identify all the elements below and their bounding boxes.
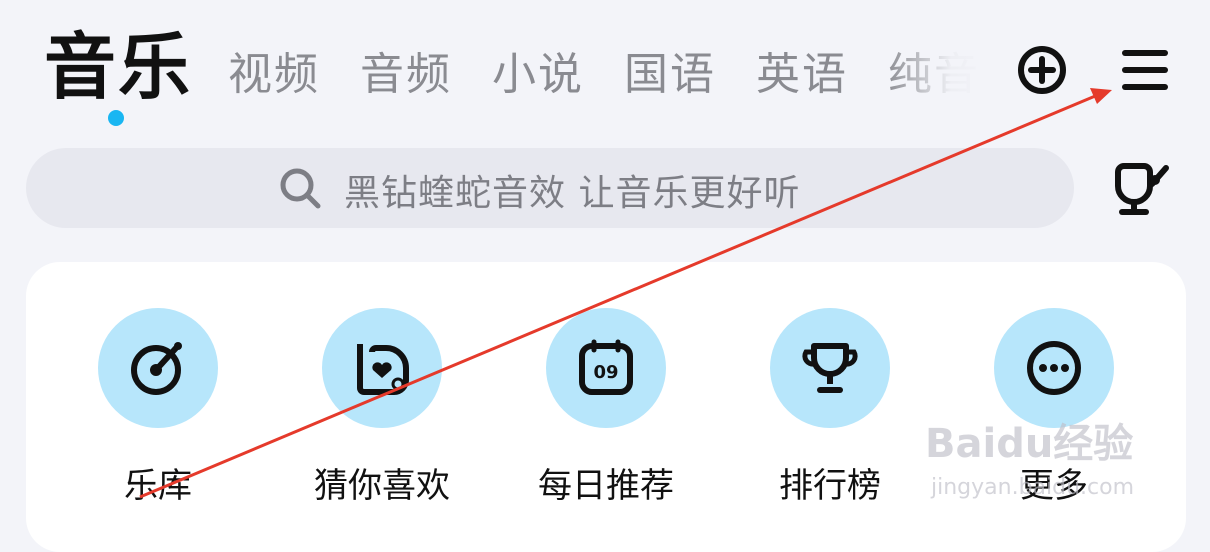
search-placeholder: 黑钻蝰蛇音效 让音乐更好听 [344,173,801,214]
heart-playlist-icon [357,344,409,395]
search-bar[interactable]: 黑钻蝰蛇音效 让音乐更好听 [26,148,1074,228]
watermark-url: jingyan.baidu.com [931,475,1135,500]
calendar-badge: 09 [593,362,618,383]
shortcut-icon-bg: 09 [546,308,666,428]
hamburger-menu-icon[interactable] [1120,48,1170,96]
shortcut-label: 排行榜 [779,466,881,506]
shortcut-label: 每日推荐 [538,466,674,506]
shortcut-label: 乐库 [124,466,192,506]
shortcut-charts[interactable]: 排行榜 [750,308,910,528]
tab-audio[interactable]: 音频 [360,38,452,102]
tab-mandarin[interactable]: 国语 [624,38,716,102]
shortcut-icon-bg [770,308,890,428]
plus-circle-icon[interactable] [1016,44,1068,100]
tab-novel[interactable]: 小说 [492,38,584,102]
trophy-icon [802,343,858,393]
shortcut-daily-recommend[interactable]: 09 每日推荐 [526,308,686,528]
shortcut-icon-bg [98,308,218,428]
tab-english[interactable]: 英语 [756,38,848,102]
tab-video[interactable]: 视频 [228,38,320,102]
active-tab-indicator [108,110,124,126]
tab-music[interactable]: 音乐 [44,8,192,113]
more-icon [1027,341,1081,395]
watermark-logo: Baidu经验 [925,421,1134,467]
tab-overflow-fade [885,30,995,100]
microphone-icon[interactable] [1114,158,1174,222]
search-icon [278,166,322,214]
music-library-icon [131,342,182,395]
top-tab-bar: 音乐 视频 音频 小说 国语 英语 纯音 [0,0,1210,140]
shortcut-guess-you-like[interactable]: 猜你喜欢 [302,308,462,528]
baidu-watermark: Baidu经验 jingyan.baidu.com [925,405,1165,515]
shortcut-label: 猜你喜欢 [314,466,450,506]
calendar-icon: 09 [579,339,633,395]
shortcut-icon-bg [322,308,442,428]
shortcut-music-library[interactable]: 乐库 [78,308,238,528]
